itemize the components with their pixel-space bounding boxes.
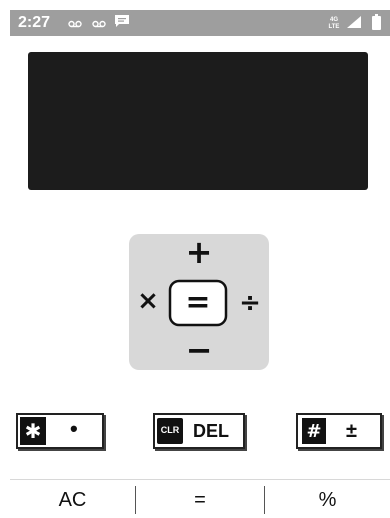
asterisk-dot-button[interactable]: ✱ •: [16, 413, 104, 449]
hash-plusminus-button[interactable]: # ±: [296, 413, 382, 449]
multiply-key[interactable]: ×: [137, 286, 159, 316]
svg-text:LTE: LTE: [329, 24, 340, 30]
plus-key[interactable]: +: [186, 234, 213, 271]
plus-key-label: +: [186, 234, 213, 271]
status-bar: 2:27 4G LTE: [10, 10, 390, 36]
status-time: 2:27: [18, 14, 51, 31]
voicemail-icon: [92, 16, 106, 34]
ac-key[interactable]: AC: [10, 486, 135, 516]
asterisk-glyph: ✱: [24, 419, 42, 443]
hash-icon: #: [302, 418, 326, 444]
operator-pad: + × = ÷ −: [129, 234, 269, 370]
equals-bottom-key[interactable]: =: [136, 486, 264, 516]
result-display: [28, 52, 368, 190]
cell-signal-icon: [346, 15, 362, 34]
message-icon: [114, 14, 130, 33]
del-label: DEL: [193, 421, 229, 441]
clear-delete-button[interactable]: CLR DEL: [153, 413, 245, 449]
svg-text:4G: 4G: [330, 17, 338, 23]
asterisk-icon: ✱: [20, 417, 46, 445]
battery-icon: [372, 14, 381, 35]
divide-key[interactable]: ÷: [239, 288, 261, 318]
bottom-bar-divider: [10, 479, 390, 480]
divide-key-label: ÷: [239, 288, 261, 318]
minus-key-label: −: [186, 331, 213, 369]
lte-signal-icon: 4G LTE: [328, 14, 340, 35]
clr-icon: CLR: [157, 418, 183, 444]
voicemail-icon: [68, 16, 82, 34]
equals-key[interactable]: =: [168, 279, 228, 327]
multiply-key-label: ×: [137, 286, 159, 316]
dot-label: •: [70, 416, 78, 441]
minus-key[interactable]: −: [186, 331, 213, 369]
percent-key[interactable]: %: [265, 486, 390, 516]
plusminus-label: ±: [346, 420, 357, 442]
hash-glyph: #: [306, 421, 322, 442]
clr-icon-text: CLR: [160, 425, 180, 435]
equals-key-label: =: [185, 285, 210, 320]
